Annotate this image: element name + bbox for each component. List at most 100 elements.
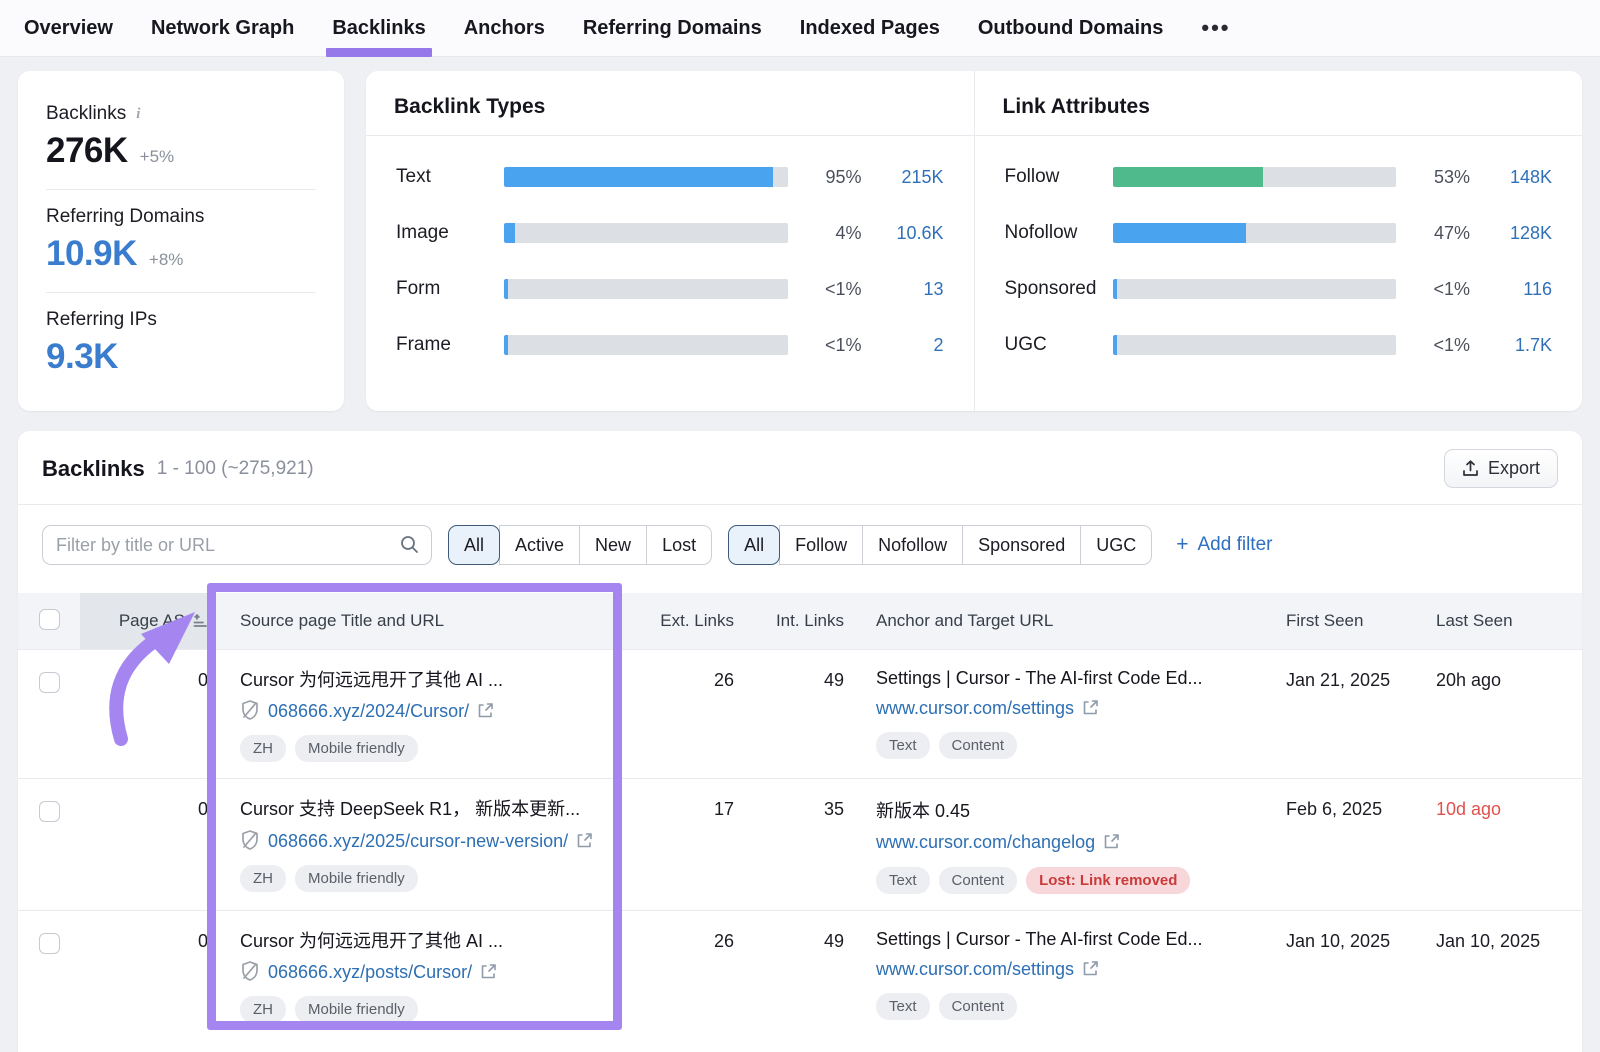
column-int-links[interactable]: Int. Links	[738, 593, 848, 649]
count-link[interactable]: 128K	[1486, 223, 1552, 244]
ext-links-value: 17	[643, 797, 738, 820]
mobile-friendly-badge: Mobile friendly	[295, 996, 418, 1023]
info-icon[interactable]: i	[136, 106, 140, 123]
summary-cards-row: Backlinks i 276K +5% Referring Domains 1…	[18, 71, 1582, 411]
status-filter-active[interactable]: Active	[499, 525, 580, 565]
source-title: Cursor 为何远远甩开了其他 AI ...	[240, 929, 627, 953]
count-link[interactable]: 10.6K	[878, 223, 944, 244]
filter-toolbar: All Active New Lost All Follow Nofollow …	[18, 505, 1582, 583]
tab-outbound-domains[interactable]: Outbound Domains	[978, 0, 1164, 57]
column-anchor[interactable]: Anchor and Target URL	[848, 593, 1268, 649]
bar-row-image: Image 4% 10.6K	[396, 222, 944, 244]
table-row: 0 Cursor 为何远远甩开了其他 AI ... 068666.xyz/pos…	[18, 910, 1582, 1039]
export-button[interactable]: Export	[1444, 449, 1558, 488]
anchor-text: Settings | Cursor - The AI-first Code Ed…	[876, 929, 1254, 950]
backlink-types-title: Backlink Types	[366, 71, 974, 136]
row-checkbox[interactable]	[39, 672, 60, 693]
attr-filter-all[interactable]: All	[728, 525, 780, 565]
tab-overview[interactable]: Overview	[24, 0, 113, 57]
bar-track	[1113, 279, 1397, 299]
bar-row-form: Form <1% 13	[396, 278, 944, 300]
source-url-link[interactable]: 068666.xyz/posts/Cursor/	[268, 960, 472, 985]
column-first-seen[interactable]: First Seen	[1268, 593, 1408, 649]
row-checkbox[interactable]	[39, 933, 60, 954]
target-url-link[interactable]: www.cursor.com/settings	[876, 696, 1074, 721]
metric-refips-value[interactable]: 9.3K	[46, 337, 118, 377]
more-tabs-icon[interactable]: •••	[1201, 15, 1230, 41]
external-link-icon[interactable]	[1082, 699, 1099, 716]
tab-indexed-pages[interactable]: Indexed Pages	[800, 0, 940, 57]
search-input[interactable]	[42, 525, 432, 565]
count-link[interactable]: 1.7K	[1486, 335, 1552, 356]
metric-backlinks-label: Backlinks	[46, 103, 126, 125]
first-seen-value: Jan 21, 2025	[1268, 668, 1408, 691]
shield-slash-icon	[240, 960, 260, 982]
attr-filter-nofollow[interactable]: Nofollow	[862, 525, 963, 565]
sort-icon[interactable]	[193, 614, 208, 628]
bar-track	[1113, 335, 1397, 355]
metric-refips-label: Referring IPs	[46, 309, 157, 331]
metric-refdomains-value[interactable]: 10.9K	[46, 234, 137, 274]
search-box	[42, 525, 432, 565]
metric-refdomains-delta: +8%	[149, 250, 184, 270]
target-url-link[interactable]: www.cursor.com/settings	[876, 957, 1074, 982]
mobile-friendly-badge: Mobile friendly	[295, 865, 418, 892]
external-link-icon[interactable]	[1103, 833, 1120, 850]
overview-stats-card: Backlinks i 276K +5% Referring Domains 1…	[18, 71, 344, 411]
bar-fill	[504, 223, 515, 243]
attr-filter-ugc[interactable]: UGC	[1080, 525, 1152, 565]
link-attributes-title: Link Attributes	[975, 71, 1583, 136]
add-filter-button[interactable]: + Add filter	[1176, 533, 1272, 557]
metric-referring-domains: Referring Domains 10.9K +8%	[46, 190, 316, 293]
last-seen-value: 20h ago	[1408, 668, 1582, 691]
select-all-checkbox[interactable]	[39, 609, 60, 630]
mobile-friendly-badge: Mobile friendly	[295, 735, 418, 762]
status-filter-new[interactable]: New	[579, 525, 647, 565]
lost-link-badge: Lost: Link removed	[1026, 867, 1190, 894]
external-link-icon[interactable]	[576, 832, 593, 849]
status-filter-all[interactable]: All	[448, 525, 500, 565]
charts-card: Backlink Types Text 95% 215K Image 4% 10…	[366, 71, 1582, 411]
anchor-text: 新版本 0.45	[876, 797, 1254, 823]
bar-track	[504, 223, 788, 243]
column-ext-links[interactable]: Ext. Links	[643, 593, 738, 649]
link-type-badge: Text	[876, 867, 930, 894]
tab-network-graph[interactable]: Network Graph	[151, 0, 294, 57]
tab-referring-domains[interactable]: Referring Domains	[583, 0, 762, 57]
external-link-icon[interactable]	[477, 702, 494, 719]
bar-track	[1113, 167, 1397, 187]
int-links-value: 49	[738, 929, 848, 952]
count-link[interactable]: 2	[878, 335, 944, 356]
section-title: Backlinks	[42, 456, 145, 482]
attr-filter-follow[interactable]: Follow	[779, 525, 863, 565]
source-url-link[interactable]: 068666.xyz/2025/cursor-new-version/	[268, 829, 568, 854]
attr-filter-sponsored[interactable]: Sponsored	[962, 525, 1081, 565]
int-links-value: 49	[738, 668, 848, 691]
column-last-seen[interactable]: Last Seen	[1408, 593, 1582, 649]
bar-fill	[504, 335, 508, 355]
source-url-link[interactable]: 068666.xyz/2024/Cursor/	[268, 699, 469, 724]
count-link[interactable]: 13	[878, 279, 944, 300]
plus-icon: +	[1176, 533, 1188, 557]
bar-fill	[504, 167, 773, 187]
search-icon[interactable]	[399, 534, 420, 555]
tab-backlinks[interactable]: Backlinks	[332, 0, 425, 57]
column-source[interactable]: Source page Title and URL	[216, 593, 643, 649]
int-links-value: 35	[738, 797, 848, 820]
tab-anchors[interactable]: Anchors	[464, 0, 545, 57]
count-link[interactable]: 148K	[1486, 167, 1552, 188]
ext-links-value: 26	[643, 929, 738, 952]
external-link-icon[interactable]	[480, 963, 497, 980]
status-filter-lost[interactable]: Lost	[646, 525, 712, 565]
bar-track	[1113, 223, 1397, 243]
row-checkbox[interactable]	[39, 801, 60, 822]
page-as-value: 0	[80, 797, 216, 820]
count-link[interactable]: 215K	[878, 167, 944, 188]
link-type-badge: Text	[876, 732, 930, 759]
placement-badge: Content	[939, 993, 1018, 1020]
count-link[interactable]: 116	[1486, 279, 1552, 300]
column-page-as[interactable]: Page AS	[80, 593, 216, 649]
language-badge: ZH	[240, 735, 286, 762]
external-link-icon[interactable]	[1082, 960, 1099, 977]
target-url-link[interactable]: www.cursor.com/changelog	[876, 830, 1095, 855]
